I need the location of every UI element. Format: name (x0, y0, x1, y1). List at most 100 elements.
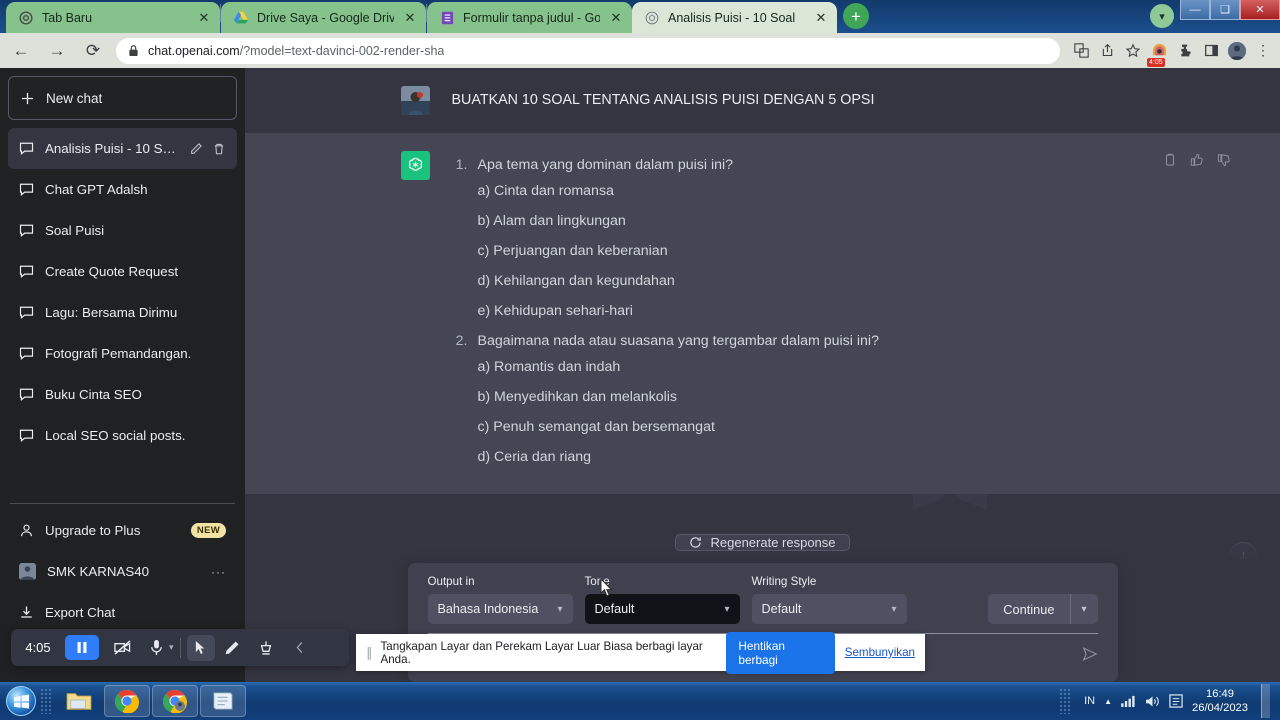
continue-chevron-down-icon[interactable]: ▾ (1071, 594, 1098, 624)
export-chat-button[interactable]: Export Chat (8, 592, 237, 633)
recorder-pause-button[interactable] (65, 635, 99, 660)
system-tray: IN ▲ 16:49 26/04/2023 (1055, 684, 1276, 718)
sidebar-divider (10, 503, 235, 504)
assistant-message-text: 1. Apa tema yang dominan dalam puisi ini… (452, 151, 879, 476)
windows-start-orb[interactable] (6, 686, 36, 716)
address-bar[interactable]: chat.openai.com/?model=text-davinci-002-… (116, 37, 1060, 64)
edit-pencil-icon[interactable] (189, 142, 203, 156)
question-1-option-c: c) Perjuangan dan keberanian (477, 243, 668, 259)
taskbar-clock[interactable]: 16:49 26/04/2023 (1192, 687, 1248, 715)
microphone-icon[interactable] (139, 633, 173, 663)
sidebar-item-local-seo-social-posts[interactable]: Local SEO social posts. (8, 415, 237, 456)
question-2-option-d: d) Ceria dan riang (477, 449, 592, 465)
download-icon (19, 605, 34, 620)
question-2-text: Bagaimana nada atau suasana yang tergamb… (477, 333, 879, 349)
sidebar-item-label: Lagu: Bersama Dirimu (45, 305, 178, 320)
regenerate-label: Regenerate response (710, 535, 836, 550)
network-icon[interactable] (1121, 695, 1136, 707)
action-center-icon[interactable] (1169, 694, 1183, 708)
thumbs-down-icon[interactable] (1217, 153, 1231, 167)
sidebar-item-buku-cinta-seo[interactable]: Buku Cinta SEO (8, 374, 237, 415)
mouse-cursor (600, 578, 614, 598)
chat-bubble-icon (19, 305, 34, 320)
browser-tab-1[interactable]: Tab Baru ✕ (6, 2, 220, 33)
reload-icon[interactable]: ⟳ (78, 36, 108, 66)
stop-sharing-button[interactable]: Hentikan berbagi (726, 631, 835, 674)
taskbar-item-notepad[interactable] (200, 685, 246, 717)
volume-icon[interactable] (1145, 695, 1160, 708)
account-menu-icon[interactable]: ··· (211, 565, 226, 579)
aiprm-fields: Output in Bahasa Indonesia ▾ Tone Defaul… (427, 575, 1098, 624)
sidebar-item-analisis-puisi-10-soal[interactable]: Analisis Puisi - 10 Soal (8, 128, 237, 169)
question-2-option-c: c) Penuh semangat dan bersemangat (477, 419, 715, 435)
eraser-icon[interactable] (249, 633, 283, 663)
forward-icon[interactable]: → (42, 36, 72, 66)
taskbar-item-file-explorer[interactable] (56, 685, 102, 717)
regenerate-response-button[interactable]: Regenerate response (675, 534, 850, 551)
side-panel-icon[interactable] (1198, 38, 1224, 64)
sidebar-item-fotografi-pemandangan[interactable]: Fotografi Pemandangan. (8, 333, 237, 374)
taskbar-item-chrome-1[interactable] (104, 685, 150, 717)
chat-bubble-icon (19, 264, 34, 279)
continue-button[interactable]: Continue (988, 594, 1069, 624)
writing-style-value: Default (761, 602, 802, 616)
account-item[interactable]: SMK KARNAS40 ··· (8, 551, 237, 592)
window-close-button[interactable]: ✕ (1240, 0, 1280, 20)
hide-sharing-link[interactable]: Sembunyikan (845, 646, 915, 659)
translate-icon[interactable] (1068, 38, 1094, 64)
browser-tab-2-close-icon[interactable]: ✕ (402, 10, 418, 26)
browser-tab-3-close-icon[interactable]: ✕ (608, 10, 624, 26)
sidebar-item-lagu-bersama-dirimu[interactable]: Lagu: Bersama Dirimu (8, 292, 237, 333)
camera-off-icon[interactable] (105, 633, 139, 663)
message-inner: 1. Apa tema yang dominan dalam puisi ini… (393, 151, 1230, 476)
pen-icon[interactable] (215, 633, 249, 663)
microphone-chevron-down-icon[interactable]: ▾ (169, 642, 174, 653)
browser-tab-4-close-icon[interactable]: ✕ (813, 10, 829, 26)
screen-recorder-toolbar: 4:05 ▾ (11, 629, 349, 666)
browser-tab-3[interactable]: Formulir tanpa judul - Google Fo ✕ (427, 2, 632, 33)
new-badge: NEW (190, 523, 226, 538)
writing-style-select[interactable]: Default ▾ (751, 594, 907, 624)
thumbs-up-icon[interactable] (1190, 153, 1204, 167)
taskbar-item-chrome-2[interactable] (152, 685, 198, 717)
share-icon[interactable] (1094, 38, 1120, 64)
window-maximize-button[interactable]: ❑ (1210, 0, 1240, 20)
screen-recorder-icon[interactable]: 4:05 (1146, 38, 1172, 67)
tray-overflow-caret-icon[interactable]: ▲ (1104, 697, 1112, 706)
show-desktop-button[interactable] (1261, 684, 1270, 718)
address-bar-url: chat.openai.com/?model=text-davinci-002-… (148, 43, 445, 58)
google-drive-icon (233, 10, 249, 26)
tone-select[interactable]: Default ▾ (584, 594, 740, 624)
tab-search-chevron-down-icon[interactable]: ▾ (1150, 4, 1174, 28)
profile-avatar-icon[interactable] (1224, 38, 1250, 64)
sidebar-item-soal-puisi[interactable]: Soal Puisi (8, 210, 237, 251)
output-in-select[interactable]: Bahasa Indonesia ▾ (427, 594, 573, 624)
question-1-number: 1. (455, 157, 468, 173)
bookmark-star-icon[interactable] (1120, 38, 1146, 64)
tray-language-indicator[interactable]: IN (1084, 695, 1095, 707)
window-controls: — ❑ ✕ (1180, 0, 1280, 33)
chrome-menu-icon[interactable]: ⋮ (1250, 38, 1276, 64)
browser-tab-2[interactable]: Drive Saya - Google Drive ✕ (221, 2, 426, 33)
sidebar-item-chat-gpt-adalsh[interactable]: Chat GPT Adalsh (8, 169, 237, 210)
chat-sidebar: New chat Analisis Puisi - 10 Soal Chat G… (0, 68, 245, 682)
back-icon[interactable]: ← (6, 36, 36, 66)
window-minimize-button[interactable]: — (1180, 0, 1210, 20)
send-icon[interactable] (1082, 646, 1098, 662)
delete-trash-icon[interactable] (212, 142, 226, 156)
extensions-puzzle-icon[interactable] (1172, 38, 1198, 64)
sidebar-item-create-quote-request[interactable]: Create Quote Request (8, 251, 237, 292)
chat-bubble-icon (19, 346, 34, 361)
chevron-left-icon[interactable] (283, 633, 317, 663)
browser-tab-1-close-icon[interactable]: ✕ (196, 10, 212, 26)
clock-date: 26/04/2023 (1192, 702, 1248, 714)
new-chat-button[interactable]: New chat (8, 76, 237, 120)
copy-icon[interactable] (1163, 153, 1177, 167)
drag-handle-icon[interactable]: ∥ (366, 645, 372, 661)
new-tab-button[interactable]: + (843, 3, 869, 29)
browser-tab-4[interactable]: Analisis Puisi - 10 Soal ✕ (632, 2, 837, 33)
cursor-pointer-icon[interactable] (186, 634, 215, 661)
recorder-elapsed-time: 4:05 (25, 640, 51, 655)
upgrade-to-plus-button[interactable]: Upgrade to Plus NEW (8, 510, 237, 551)
output-in-value: Bahasa Indonesia (437, 602, 539, 616)
